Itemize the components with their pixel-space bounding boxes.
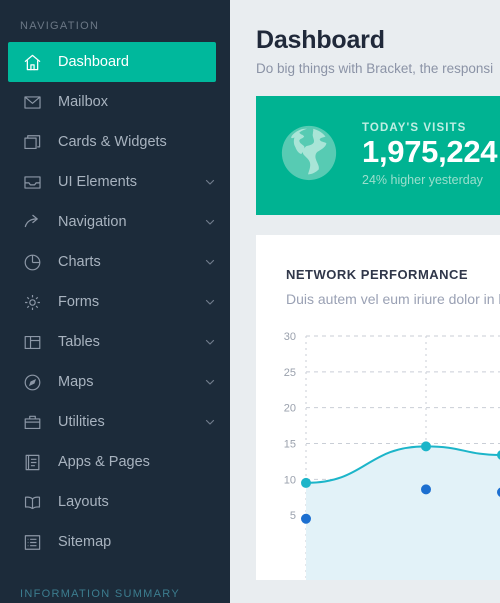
chevron-down-icon bbox=[204, 336, 216, 348]
sidebar-item-label: Tables bbox=[58, 334, 100, 350]
sidebar-item-label: Cards & Widgets bbox=[58, 134, 167, 150]
chevron-down-icon bbox=[204, 176, 216, 188]
sidebar-item-tables[interactable]: Tables bbox=[0, 322, 230, 362]
svg-text:20: 20 bbox=[284, 402, 296, 414]
sidebar-section-navigation-heading: NAVIGATION bbox=[20, 20, 100, 32]
chart-title: NETWORK PERFORMANCE bbox=[286, 266, 469, 282]
sidebar-item-ui-elements[interactable]: UI Elements bbox=[0, 162, 230, 202]
dashboard-app: NAVIGATION Dashboard Mailbox Cards & Wid… bbox=[0, 0, 500, 603]
sidebar-item-cards-widgets[interactable]: Cards & Widgets bbox=[0, 122, 230, 162]
gear-icon bbox=[22, 292, 42, 312]
sidebar-item-label: Mailbox bbox=[58, 94, 108, 110]
book-icon bbox=[22, 492, 42, 512]
home-icon bbox=[22, 52, 42, 72]
sidebar-item-label: Maps bbox=[58, 374, 94, 390]
chevron-down-icon bbox=[204, 256, 216, 268]
svg-text:10: 10 bbox=[284, 474, 296, 486]
document-icon bbox=[22, 452, 42, 472]
main-content: Dashboard Do big things with Bracket, th… bbox=[230, 0, 500, 603]
chevron-down-icon bbox=[204, 416, 216, 428]
list-icon bbox=[22, 532, 42, 552]
sidebar-item-sitemap[interactable]: Sitemap bbox=[0, 522, 230, 562]
sidebar-item-label: UI Elements bbox=[58, 174, 137, 190]
sidebar-item-label: Charts bbox=[58, 254, 101, 270]
sidebar-item-maps[interactable]: Maps bbox=[0, 362, 230, 402]
chart-subtitle: Duis autem vel eum iriure dolor in h bbox=[286, 290, 500, 307]
svg-text:5: 5 bbox=[290, 510, 296, 522]
sidebar-item-mailbox[interactable]: Mailbox bbox=[0, 82, 230, 122]
compass-icon bbox=[22, 372, 42, 392]
visits-value: 1,975,224 bbox=[362, 133, 498, 169]
sidebar-item-utilities[interactable]: Utilities bbox=[0, 402, 230, 442]
visits-label: TODAY'S VISITS bbox=[362, 121, 467, 134]
sidebar-item-label: Utilities bbox=[58, 414, 105, 430]
svg-text:25: 25 bbox=[284, 367, 296, 379]
visits-note: 24% higher yesterday bbox=[362, 172, 483, 187]
sidebar: NAVIGATION Dashboard Mailbox Cards & Wid… bbox=[0, 0, 230, 603]
toolbox-icon bbox=[22, 412, 42, 432]
sidebar-item-layouts[interactable]: Layouts bbox=[0, 482, 230, 522]
sidebar-item-label: Sitemap bbox=[58, 534, 112, 550]
table-icon bbox=[22, 332, 42, 352]
sidebar-item-forms[interactable]: Forms bbox=[0, 282, 230, 322]
network-performance-chart: 30 25 20 15 10 5 bbox=[256, 323, 500, 580]
sidebar-item-apps-pages[interactable]: Apps & Pages bbox=[0, 442, 230, 482]
globe-icon bbox=[278, 122, 340, 189]
sidebar-item-label: Dashboard bbox=[58, 54, 129, 70]
chevron-down-icon bbox=[204, 216, 216, 228]
chevron-down-icon bbox=[204, 296, 216, 308]
sidebar-section-information-summary-heading: INFORMATION SUMMARY bbox=[20, 588, 180, 600]
sidebar-item-label: Apps & Pages bbox=[58, 454, 150, 470]
mail-icon bbox=[22, 92, 42, 112]
chevron-down-icon bbox=[204, 376, 216, 388]
sidebar-item-label: Layouts bbox=[58, 494, 109, 510]
inbox-icon bbox=[22, 172, 42, 192]
todays-visits-card: TODAY'S VISITS 1,975,224 24% higher yest… bbox=[256, 95, 500, 215]
sidebar-item-label: Navigation bbox=[58, 214, 127, 230]
sidebar-item-navigation[interactable]: Navigation bbox=[0, 202, 230, 242]
page-subtitle: Do big things with Bracket, the responsi bbox=[256, 60, 494, 76]
sidebar-item-label: Forms bbox=[58, 294, 100, 310]
sidebar-item-charts[interactable]: Charts bbox=[0, 242, 230, 282]
sidebar-item-dashboard[interactable]: Dashboard bbox=[8, 42, 216, 82]
cards-icon bbox=[22, 132, 42, 152]
page-title: Dashboard bbox=[256, 26, 385, 54]
pie-icon bbox=[22, 252, 42, 272]
arrow-icon bbox=[22, 212, 42, 232]
svg-text:15: 15 bbox=[284, 438, 296, 450]
svg-text:30: 30 bbox=[284, 331, 296, 343]
network-performance-card: NETWORK PERFORMANCE Duis autem vel eum i… bbox=[256, 234, 500, 580]
